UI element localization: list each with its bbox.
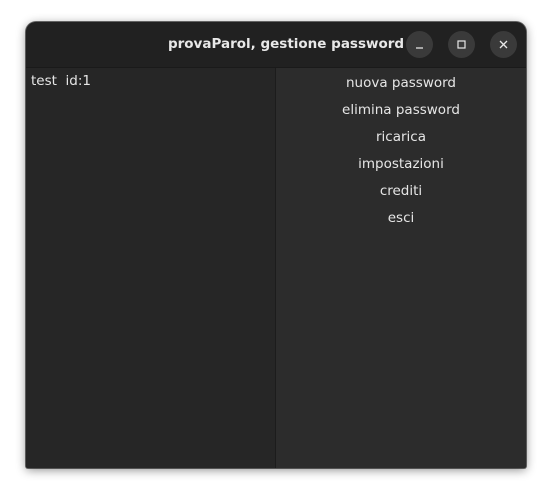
new-password-button[interactable]: nuova password: [276, 74, 526, 92]
settings-button[interactable]: impostazioni: [276, 155, 526, 173]
action-menu: nuova password elimina password ricarica…: [276, 68, 526, 468]
main-content: test id:1 nuova password elimina passwor…: [26, 68, 526, 468]
close-button[interactable]: [490, 31, 517, 58]
credits-button[interactable]: crediti: [276, 182, 526, 200]
reload-button[interactable]: ricarica: [276, 128, 526, 146]
maximize-icon: [457, 40, 466, 49]
minimize-icon: [416, 47, 423, 49]
close-icon: [499, 40, 508, 49]
minimize-button[interactable]: [406, 31, 433, 58]
title-bar[interactable]: provaParol, gestione password: [26, 22, 526, 68]
password-list[interactable]: test id:1: [26, 68, 276, 468]
app-window: provaParol, gestione password test id:1 …: [26, 22, 526, 468]
list-item[interactable]: test id:1: [31, 72, 91, 90]
exit-button[interactable]: esci: [276, 209, 526, 227]
delete-password-button[interactable]: elimina password: [276, 101, 526, 119]
maximize-button[interactable]: [448, 31, 475, 58]
